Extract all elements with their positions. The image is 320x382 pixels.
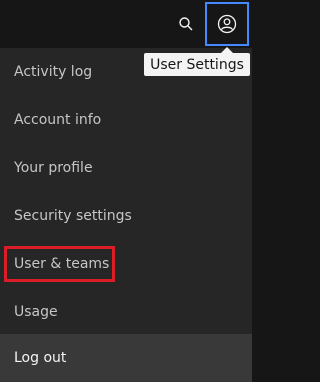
user-settings-button[interactable] bbox=[205, 2, 249, 46]
menu-item-user-teams[interactable]: User & teams bbox=[0, 240, 252, 288]
menu-item-your-profile[interactable]: Your profile bbox=[0, 144, 252, 192]
user-settings-panel: User Settings Activity log Account info … bbox=[0, 0, 252, 382]
search-button[interactable] bbox=[170, 4, 202, 44]
menu-item-account-info[interactable]: Account info bbox=[0, 96, 252, 144]
menu-item-activity-log[interactable]: Activity log bbox=[0, 48, 252, 96]
menu-item-log-out[interactable]: Log out bbox=[0, 334, 252, 382]
menu-item-usage[interactable]: Usage bbox=[0, 288, 252, 336]
menu-item-security-settings[interactable]: Security settings bbox=[0, 192, 252, 240]
search-icon bbox=[179, 17, 193, 31]
user-avatar-icon bbox=[217, 14, 237, 34]
top-header bbox=[0, 0, 252, 48]
